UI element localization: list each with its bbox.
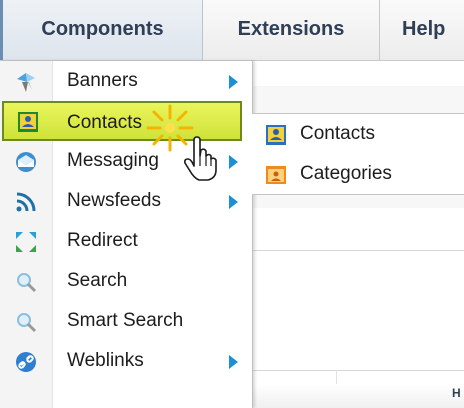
submenu-item-label: Contacts <box>300 123 375 144</box>
weblinks-icon <box>16 352 36 372</box>
menu-item-banners[interactable]: Banners <box>0 61 252 101</box>
smart-search-icon <box>17 313 37 333</box>
search-icon <box>17 273 37 293</box>
menu-components[interactable]: Components <box>0 0 203 60</box>
banners-icon <box>17 73 35 92</box>
menu-item-label: Redirect <box>67 230 138 251</box>
categories-icon <box>266 166 286 184</box>
menu-item-label: Search <box>67 270 128 291</box>
menu-item-smart-search[interactable]: Smart Search <box>0 301 252 341</box>
background-footer <box>252 384 464 408</box>
contacts-icon <box>266 125 286 145</box>
submenu-arrow-icon <box>229 155 238 169</box>
submenu-arrow-icon <box>229 355 238 369</box>
top-menu-bar: Components Extensions Help <box>0 0 464 61</box>
menu-item-search[interactable]: Search <box>0 261 252 301</box>
contacts-submenu: Contacts Categories <box>252 113 464 195</box>
submenu-item-label: Categories <box>300 163 392 184</box>
contacts-icon <box>18 112 38 132</box>
submenu-arrow-icon <box>229 195 238 209</box>
menu-item-redirect[interactable]: Redirect <box>0 221 252 261</box>
menu-item-weblinks[interactable]: Weblinks <box>0 341 252 381</box>
background-divider <box>252 250 464 251</box>
menu-item-label: Newsfeeds <box>67 190 161 211</box>
menu-item-label: Smart Search <box>67 310 184 331</box>
menu-item-newsfeeds[interactable]: Newsfeeds <box>0 181 252 221</box>
menu-help[interactable]: Help <box>380 0 464 60</box>
menu-item-label: Weblinks <box>67 350 144 371</box>
background-divider <box>252 370 464 371</box>
menu-item-contacts[interactable]: Contacts <box>2 101 242 141</box>
redirect-icon <box>16 232 36 252</box>
submenu-arrow-icon <box>229 75 238 89</box>
hand-cursor-icon <box>184 136 217 181</box>
newsfeeds-icon <box>16 192 36 212</box>
menu-extensions[interactable]: Extensions <box>203 0 380 60</box>
background-partial-text: H <box>452 386 461 400</box>
submenu-item-categories[interactable]: Categories <box>252 154 464 194</box>
menu-item-label: Contacts <box>67 112 142 133</box>
messaging-icon <box>16 152 36 172</box>
menu-item-label: Banners <box>67 70 138 91</box>
components-dropdown: Banners Contacts Messaging Newsfeeds Red… <box>0 61 253 408</box>
submenu-item-contacts[interactable]: Contacts <box>252 114 464 154</box>
